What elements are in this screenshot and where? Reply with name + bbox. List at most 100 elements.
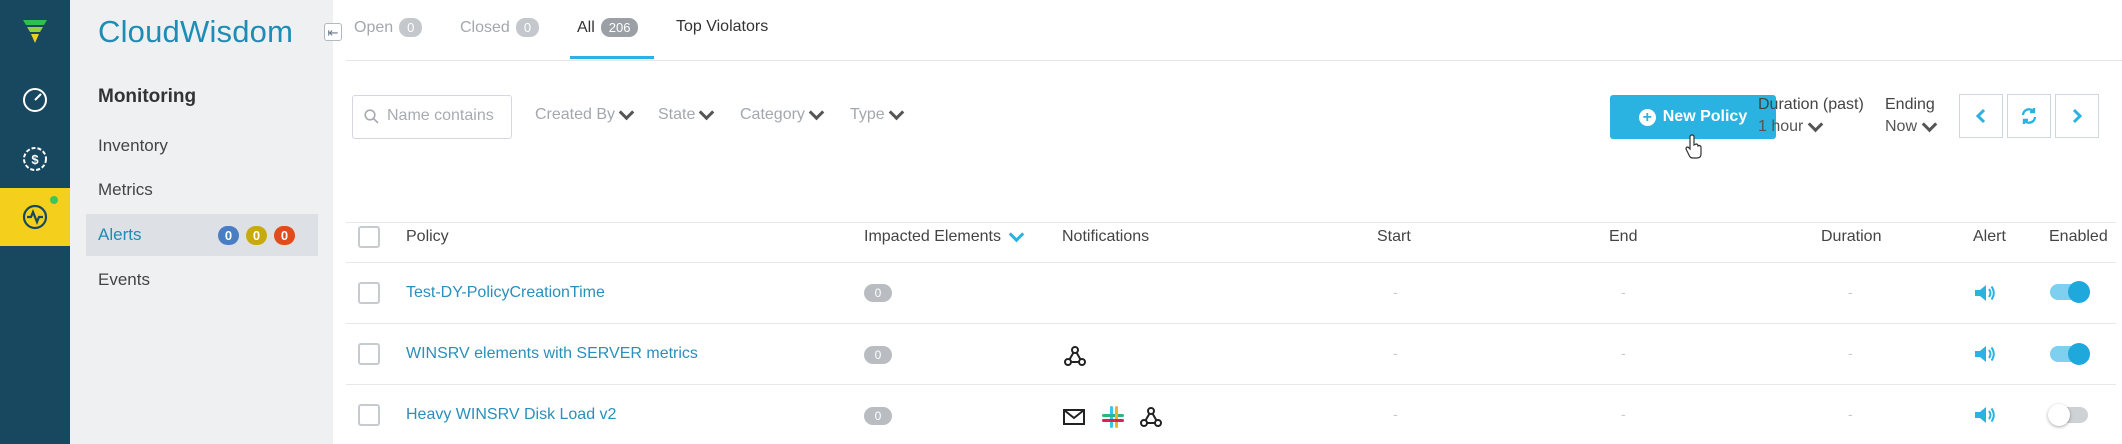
end-value: - xyxy=(1621,406,1626,422)
chevron-down-icon xyxy=(699,104,715,121)
ending-label: Ending xyxy=(1885,96,1935,113)
ending-select[interactable]: Now xyxy=(1885,116,1938,136)
end-value: - xyxy=(1621,345,1626,361)
column-header-start[interactable]: Start xyxy=(1377,228,1411,246)
search-input[interactable] xyxy=(385,106,509,126)
column-header-alert[interactable]: Alert xyxy=(1973,228,2006,246)
tab-count-badge: 0 xyxy=(515,18,540,37)
section-title: Monitoring xyxy=(98,86,197,107)
impacted-count-badge: 0 xyxy=(864,346,892,364)
start-value: - xyxy=(1393,406,1398,422)
tab-closed[interactable]: Closed 0 xyxy=(460,18,540,37)
tab-top-violators[interactable]: Top Violators xyxy=(676,18,768,36)
webhook-icon[interactable] xyxy=(1139,405,1163,429)
refresh-button[interactable] xyxy=(2007,94,2051,138)
logo-icon[interactable] xyxy=(0,2,70,60)
dashboard-gauge-icon[interactable] xyxy=(0,70,70,128)
sidebar-item-alerts[interactable]: Alerts 0 0 0 xyxy=(86,214,318,256)
select-all-checkbox[interactable] xyxy=(358,226,380,248)
alerts-count-badge: 0 xyxy=(274,226,295,245)
start-value: - xyxy=(1393,284,1398,300)
table-divider xyxy=(346,384,2116,385)
alerts-count-badge: 0 xyxy=(218,226,239,245)
search-icon xyxy=(364,109,379,124)
brand-title[interactable]: CloudWisdom xyxy=(98,14,293,50)
tab-count-badge: 0 xyxy=(399,18,423,37)
refresh-icon xyxy=(2021,108,2037,124)
filter-label: Type xyxy=(850,106,885,123)
email-icon[interactable] xyxy=(1063,408,1085,426)
speaker-volume-icon[interactable] xyxy=(1973,282,1997,304)
next-button[interactable] xyxy=(2055,94,2099,138)
tab-label: Closed xyxy=(460,18,510,36)
duration-label: Duration (past) xyxy=(1758,96,1864,113)
filter-type[interactable]: Type xyxy=(850,104,904,124)
column-header-end[interactable]: End xyxy=(1609,228,1637,246)
filter-label: State xyxy=(658,106,696,123)
enabled-toggle[interactable] xyxy=(2050,281,2090,303)
policy-link[interactable]: Heavy WINSRV Disk Load v2 xyxy=(406,406,616,424)
column-header-impacted-elements[interactable]: Impacted Elements xyxy=(864,226,1025,246)
filter-created-by[interactable]: Created By xyxy=(535,104,635,124)
column-header-duration[interactable]: Duration xyxy=(1821,228,1881,246)
duration-value: 1 hour xyxy=(1758,118,1804,135)
row-checkbox[interactable] xyxy=(358,282,380,304)
previous-button[interactable] xyxy=(1959,94,2003,138)
chevron-right-icon xyxy=(2072,108,2083,124)
cost-dollar-icon[interactable]: $ xyxy=(0,130,70,188)
collapse-sidebar-button[interactable]: ⇤ xyxy=(324,23,342,41)
slack-icon[interactable] xyxy=(1101,405,1125,429)
filter-state[interactable]: State xyxy=(658,104,715,124)
alerts-count-badge: 0 xyxy=(246,226,267,245)
chevron-down-icon xyxy=(808,104,825,121)
tab-label: Open xyxy=(354,18,394,36)
svg-text:$: $ xyxy=(31,152,39,167)
chevron-down-icon xyxy=(618,104,635,121)
chevron-down-icon xyxy=(1921,116,1938,133)
table-divider xyxy=(346,222,2116,223)
impacted-count-badge: 0 xyxy=(864,407,892,425)
sidebar-item-metrics[interactable]: Metrics xyxy=(98,180,153,200)
column-header-policy[interactable]: Policy xyxy=(406,228,449,246)
row-checkbox[interactable] xyxy=(358,404,380,426)
tab-all[interactable]: All 206 xyxy=(577,18,639,37)
status-dot xyxy=(50,196,58,204)
row-checkbox[interactable] xyxy=(358,343,380,365)
webhook-icon[interactable] xyxy=(1063,344,1087,368)
duration-select[interactable]: 1 hour xyxy=(1758,116,1824,136)
hand-cursor-icon xyxy=(1685,134,1702,159)
tabs-divider xyxy=(346,60,2122,61)
policy-link[interactable]: WINSRV elements with SERVER metrics xyxy=(406,345,698,363)
ending-value: Now xyxy=(1885,118,1918,135)
icon-rail: $ xyxy=(0,0,70,444)
speaker-volume-icon[interactable] xyxy=(1973,404,1997,426)
duration-value: - xyxy=(1848,284,1853,300)
filter-label: Created By xyxy=(535,106,616,123)
chevron-down-icon xyxy=(1808,116,1824,133)
enabled-toggle[interactable] xyxy=(2050,343,2090,365)
sidebar-item-label: Alerts xyxy=(98,225,142,244)
new-policy-button[interactable]: + New Policy xyxy=(1610,95,1776,139)
monitoring-pulse-icon[interactable] xyxy=(0,188,70,246)
chevron-left-icon xyxy=(1975,108,1986,124)
start-value: - xyxy=(1393,345,1398,361)
sort-descending-icon xyxy=(1008,226,1025,243)
enabled-toggle[interactable] xyxy=(2048,404,2088,426)
tab-open[interactable]: Open 0 xyxy=(354,18,423,37)
column-header-label: Impacted Elements xyxy=(864,228,1001,245)
chevron-down-icon xyxy=(888,104,904,121)
end-value: - xyxy=(1621,284,1626,300)
filter-category[interactable]: Category xyxy=(740,104,825,124)
tab-label: All xyxy=(577,18,595,36)
tab-count-badge: 206 xyxy=(600,18,639,37)
policy-link[interactable]: Test-DY-PolicyCreationTime xyxy=(406,284,605,302)
toggle-knob xyxy=(2048,404,2070,426)
tab-label: Top Violators xyxy=(676,18,769,35)
column-header-notifications[interactable]: Notifications xyxy=(1062,228,1149,246)
column-header-enabled[interactable]: Enabled xyxy=(2049,228,2108,246)
sidebar-item-events[interactable]: Events xyxy=(98,270,150,290)
speaker-volume-icon[interactable] xyxy=(1973,343,1997,365)
search-field[interactable] xyxy=(352,95,512,139)
impacted-count-badge: 0 xyxy=(864,284,892,302)
sidebar-item-inventory[interactable]: Inventory xyxy=(98,136,168,156)
